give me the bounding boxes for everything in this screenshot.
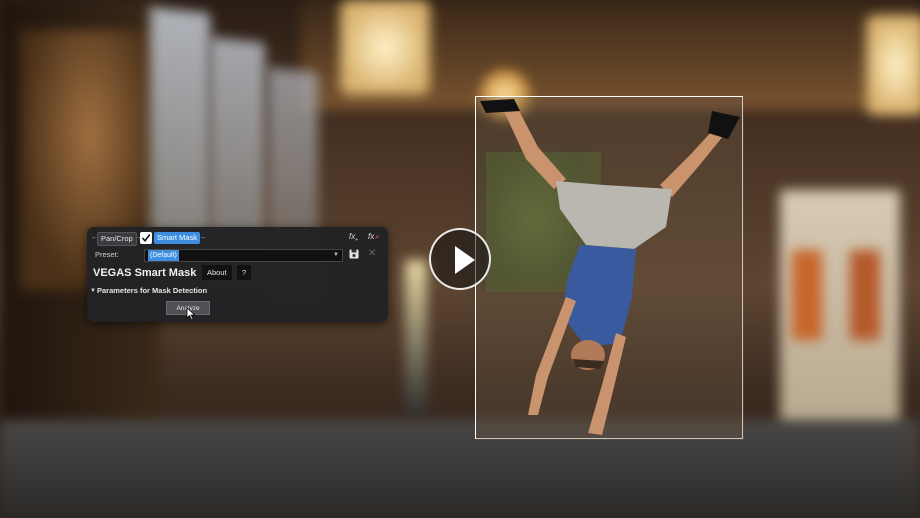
fx-remove-icon[interactable]: fx✕	[368, 232, 379, 241]
fx-chain-item-smart-mask[interactable]: Smart Mask	[154, 232, 201, 244]
fx-chain: ← Pan/Crop → Smart Mask → fx+ fx✕	[87, 231, 388, 246]
about-button[interactable]: About	[202, 265, 232, 280]
fx-chain-item-pan-crop[interactable]: Pan/Crop	[97, 232, 137, 246]
smart-mask-enable-checkbox[interactable]	[140, 232, 152, 244]
fx-add-icon[interactable]: fx+	[349, 232, 358, 244]
ceiling-lantern	[340, 0, 430, 95]
check-icon	[141, 234, 151, 243]
door-glass	[850, 250, 880, 340]
plugin-header: VEGAS Smart Mask About ?	[87, 264, 388, 282]
chain-end-arrow-icon: →	[199, 234, 206, 241]
save-preset-icon[interactable]	[349, 249, 359, 259]
preset-label: Preset:	[95, 250, 119, 259]
mouse-pointer-icon	[186, 307, 196, 321]
ceiling-lantern	[866, 15, 920, 115]
video-fx-panel: ← Pan/Crop → Smart Mask → fx+ fx✕ Preset…	[87, 227, 388, 322]
section-header-mask-detection[interactable]: ▼ Parameters for Mask Detection	[87, 285, 388, 297]
play-icon	[455, 246, 475, 274]
preset-row: Preset: (Default) ▼ ✕	[87, 248, 388, 262]
floor-lamp	[405, 260, 427, 420]
handstand-person	[476, 97, 744, 440]
door-glass	[792, 250, 822, 340]
delete-preset-icon[interactable]: ✕	[368, 248, 376, 260]
floor	[0, 420, 920, 518]
chevron-down-icon: ▼	[333, 252, 339, 258]
window-pane	[150, 6, 210, 254]
preset-value: (Default)	[148, 250, 179, 261]
help-button[interactable]: ?	[237, 265, 251, 280]
chevron-down-icon: ▼	[90, 288, 96, 294]
preset-dropdown[interactable]: (Default) ▼	[144, 249, 343, 262]
mask-selection-frame[interactable]	[475, 96, 744, 440]
play-button[interactable]	[429, 228, 491, 290]
section-title: Parameters for Mask Detection	[97, 286, 208, 295]
plugin-title: VEGAS Smart Mask	[93, 267, 197, 279]
